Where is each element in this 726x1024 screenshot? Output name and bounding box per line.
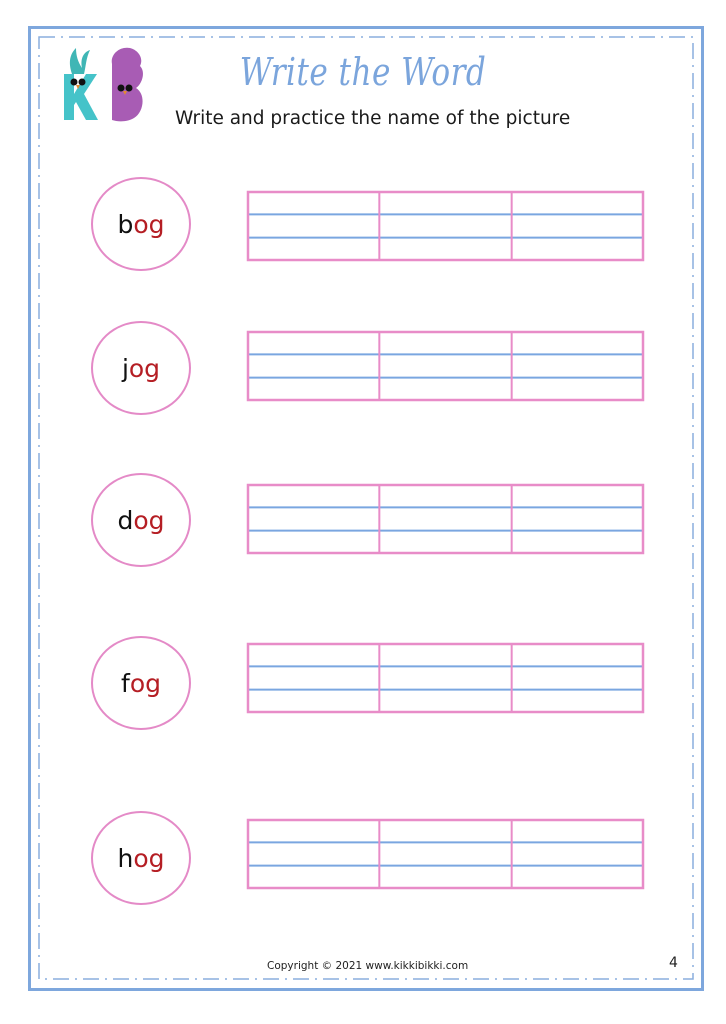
word-ending: og xyxy=(129,668,161,698)
word-initial-letter: b xyxy=(117,209,134,239)
writing-grid-fog[interactable] xyxy=(246,642,645,714)
writing-grid-bog[interactable] xyxy=(246,190,645,262)
word-ending: og xyxy=(133,843,165,873)
grid-frame xyxy=(246,642,645,714)
word-initial-letter: f xyxy=(121,668,130,698)
word-initial-letter: h xyxy=(117,843,134,873)
grid-frame xyxy=(246,330,645,402)
word-circle-hog: h og xyxy=(91,811,191,905)
writing-grid-hog[interactable] xyxy=(246,818,645,890)
page-number: 4 xyxy=(669,955,678,971)
grid-frame xyxy=(246,190,645,262)
word-circle-bog: b og xyxy=(91,177,191,271)
word-ending: og xyxy=(133,209,165,239)
grid-frame xyxy=(246,818,645,890)
word-initial-letter: j xyxy=(121,353,129,383)
word-circle-fog: f og xyxy=(91,636,191,730)
word-ending: og xyxy=(133,505,165,535)
grid-frame xyxy=(246,483,645,555)
writing-grid-dog[interactable] xyxy=(246,483,645,555)
writing-grid-jog[interactable] xyxy=(246,330,645,402)
copyright-footer: Copyright © 2021 www.kikkibikki.com xyxy=(267,960,469,972)
word-initial-letter: d xyxy=(117,505,134,535)
word-circle-dog: d og xyxy=(91,473,191,567)
page-subtitle: Write and practice the name of the pictu… xyxy=(175,108,571,129)
word-circle-jog: j og xyxy=(91,321,191,415)
word-ending: og xyxy=(128,353,161,383)
page-title: Write the Word xyxy=(239,50,487,94)
